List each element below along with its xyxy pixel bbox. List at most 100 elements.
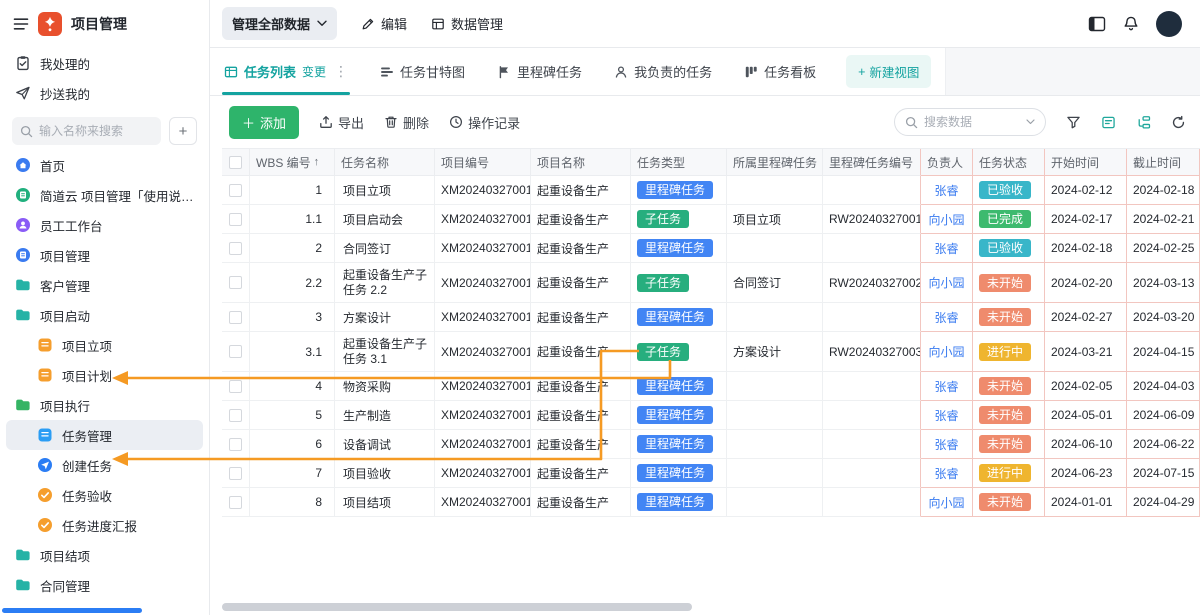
export-button[interactable]: 导出	[319, 113, 364, 132]
sidebar-shortcut[interactable]: 抄送我的	[6, 78, 203, 108]
checkbox[interactable]	[229, 311, 242, 324]
row-checkbox-cell[interactable]	[222, 263, 250, 303]
sidebar-item[interactable]: 员工工作台	[6, 210, 203, 240]
row-checkbox-cell[interactable]	[222, 332, 250, 372]
owner-link[interactable]: 向小园	[928, 274, 964, 291]
tree-view-icon[interactable]	[1136, 115, 1151, 130]
row-checkbox-cell[interactable]	[222, 303, 250, 332]
sidebar-shortcut[interactable]: 我处理的	[6, 48, 203, 78]
checkbox[interactable]	[229, 276, 242, 289]
row-checkbox-cell[interactable]	[222, 176, 250, 205]
sidebar-scrollbar[interactable]	[2, 608, 142, 613]
checkbox[interactable]	[229, 213, 242, 226]
sidebar-item[interactable]: 合同管理	[6, 570, 203, 600]
horizontal-scrollbar-thumb[interactable]	[222, 603, 692, 611]
view-tab[interactable]: 任务甘特图	[378, 48, 467, 95]
table-row[interactable]: 3.1起重设备生产子任务 3.1XM20240327001起重设备生产子任务方案…	[222, 332, 1200, 372]
new-view-button[interactable]: + 新建视图	[846, 55, 931, 88]
sidebar-item[interactable]: 项目立项	[6, 330, 203, 360]
table-row[interactable]: 1.1项目启动会XM20240327001起重设备生产子任务项目立项RW2024…	[222, 205, 1200, 234]
sidebar-item[interactable]: 项目执行	[6, 390, 203, 420]
sidebar-item[interactable]: 任务管理	[6, 420, 203, 450]
column-header[interactable]: 里程碑任务编号	[823, 149, 921, 176]
column-header[interactable]: 项目名称	[531, 149, 631, 176]
panel-toggle-icon[interactable]	[1088, 15, 1106, 33]
row-checkbox-cell[interactable]	[222, 401, 250, 430]
owner-link[interactable]: 张睿	[934, 309, 958, 326]
sidebar-item[interactable]: 项目结项	[6, 540, 203, 570]
table-row[interactable]: 7项目验收XM20240327001起重设备生产里程碑任务张睿进行中2024-0…	[222, 459, 1200, 488]
row-checkbox-cell[interactable]	[222, 430, 250, 459]
owner-link[interactable]: 张睿	[934, 407, 958, 424]
owner-link[interactable]: 张睿	[934, 182, 958, 199]
column-header[interactable]: 开始时间	[1045, 149, 1127, 176]
column-header[interactable]: WBS 编号↑	[250, 149, 335, 176]
sidebar-item[interactable]: 项目管理	[6, 240, 203, 270]
owner-link[interactable]: 向小园	[928, 211, 964, 228]
sidebar-add-button[interactable]: +	[169, 117, 197, 145]
table-row[interactable]: 5生产制造XM20240327001起重设备生产里程碑任务张睿未开始2024-0…	[222, 401, 1200, 430]
sidebar-search-box[interactable]	[12, 117, 161, 145]
checkbox[interactable]	[229, 242, 242, 255]
checkbox[interactable]	[229, 438, 242, 451]
table-row[interactable]: 2.2起重设备生产子任务 2.2XM20240327001起重设备生产子任务合同…	[222, 263, 1200, 303]
data-manage-button[interactable]: 数据管理	[431, 14, 503, 33]
view-tab[interactable]: 任务看板	[742, 48, 818, 95]
sidebar-item[interactable]: 项目计划	[6, 360, 203, 390]
user-avatar[interactable]	[1156, 11, 1182, 37]
checkbox[interactable]	[229, 184, 242, 197]
owner-link[interactable]: 张睿	[934, 378, 958, 395]
table-row[interactable]: 3方案设计XM20240327001起重设备生产里程碑任务张睿未开始2024-0…	[222, 303, 1200, 332]
row-checkbox-cell[interactable]	[222, 459, 250, 488]
menu-toggle-icon[interactable]	[13, 16, 29, 32]
owner-link[interactable]: 向小园	[928, 343, 964, 360]
more-options-icon[interactable]: ⋮	[334, 63, 348, 80]
operation-log-button[interactable]: 操作记录	[449, 113, 520, 132]
horizontal-scrollbar[interactable]	[222, 603, 1200, 611]
table-search-input[interactable]	[924, 115, 1020, 129]
view-tab[interactable]: 里程碑任务	[495, 48, 584, 95]
table-search-box[interactable]	[894, 108, 1046, 136]
table-row[interactable]: 8项目结项XM20240327001起重设备生产里程碑任务向小园未开始2024-…	[222, 488, 1200, 517]
table-row[interactable]: 6设备调试XM20240327001起重设备生产里程碑任务张睿未开始2024-0…	[222, 430, 1200, 459]
owner-link[interactable]: 张睿	[934, 240, 958, 257]
row-checkbox-cell[interactable]	[222, 488, 250, 517]
checkbox[interactable]	[229, 409, 242, 422]
checkbox[interactable]	[229, 380, 242, 393]
checkbox[interactable]	[229, 467, 242, 480]
view-tab[interactable]: 任务列表变更⋮	[222, 48, 350, 95]
edit-button[interactable]: 编辑	[361, 14, 407, 33]
view-tab[interactable]: 我负责的任务	[612, 48, 714, 95]
select-all-checkbox[interactable]	[222, 149, 250, 176]
column-header[interactable]: 任务类型	[631, 149, 727, 176]
sidebar-item[interactable]: 简道云 项目管理「使用说明」	[6, 180, 203, 210]
sidebar-item[interactable]: 项目启动	[6, 300, 203, 330]
column-header[interactable]: 任务名称	[335, 149, 435, 176]
column-header[interactable]: 所属里程碑任务	[727, 149, 823, 176]
add-record-button[interactable]: ＋ 添加	[229, 106, 299, 139]
row-checkbox-cell[interactable]	[222, 205, 250, 234]
row-checkbox-cell[interactable]	[222, 234, 250, 263]
checkbox[interactable]	[229, 496, 242, 509]
chevron-down-icon[interactable]	[1026, 119, 1035, 125]
delete-button[interactable]: 删除	[384, 113, 429, 132]
data-scope-button[interactable]: 管理全部数据	[222, 7, 337, 40]
sidebar-search-input[interactable]	[39, 124, 153, 138]
filter-icon[interactable]	[1066, 115, 1081, 130]
sidebar-item[interactable]: 首页	[6, 150, 203, 180]
table-row[interactable]: 2合同签订XM20240327001起重设备生产里程碑任务张睿已验收2024-0…	[222, 234, 1200, 263]
sheet-view-icon[interactable]	[1101, 115, 1116, 130]
column-header[interactable]: 截止时间	[1127, 149, 1200, 176]
table-row[interactable]: 1项目立项XM20240327001起重设备生产里程碑任务张睿已验收2024-0…	[222, 176, 1200, 205]
sidebar-item[interactable]: 任务进度汇报	[6, 510, 203, 540]
column-header[interactable]: 任务状态	[973, 149, 1045, 176]
owner-link[interactable]: 张睿	[934, 436, 958, 453]
notification-bell-icon[interactable]	[1122, 15, 1140, 33]
table-row[interactable]: 4物资采购XM20240327001起重设备生产里程碑任务张睿未开始2024-0…	[222, 372, 1200, 401]
sidebar-item[interactable]: 创建任务	[6, 450, 203, 480]
owner-link[interactable]: 张睿	[934, 465, 958, 482]
sidebar-item[interactable]: 任务验收	[6, 480, 203, 510]
row-checkbox-cell[interactable]	[222, 372, 250, 401]
refresh-icon[interactable]	[1171, 115, 1186, 130]
owner-link[interactable]: 向小园	[928, 494, 964, 511]
